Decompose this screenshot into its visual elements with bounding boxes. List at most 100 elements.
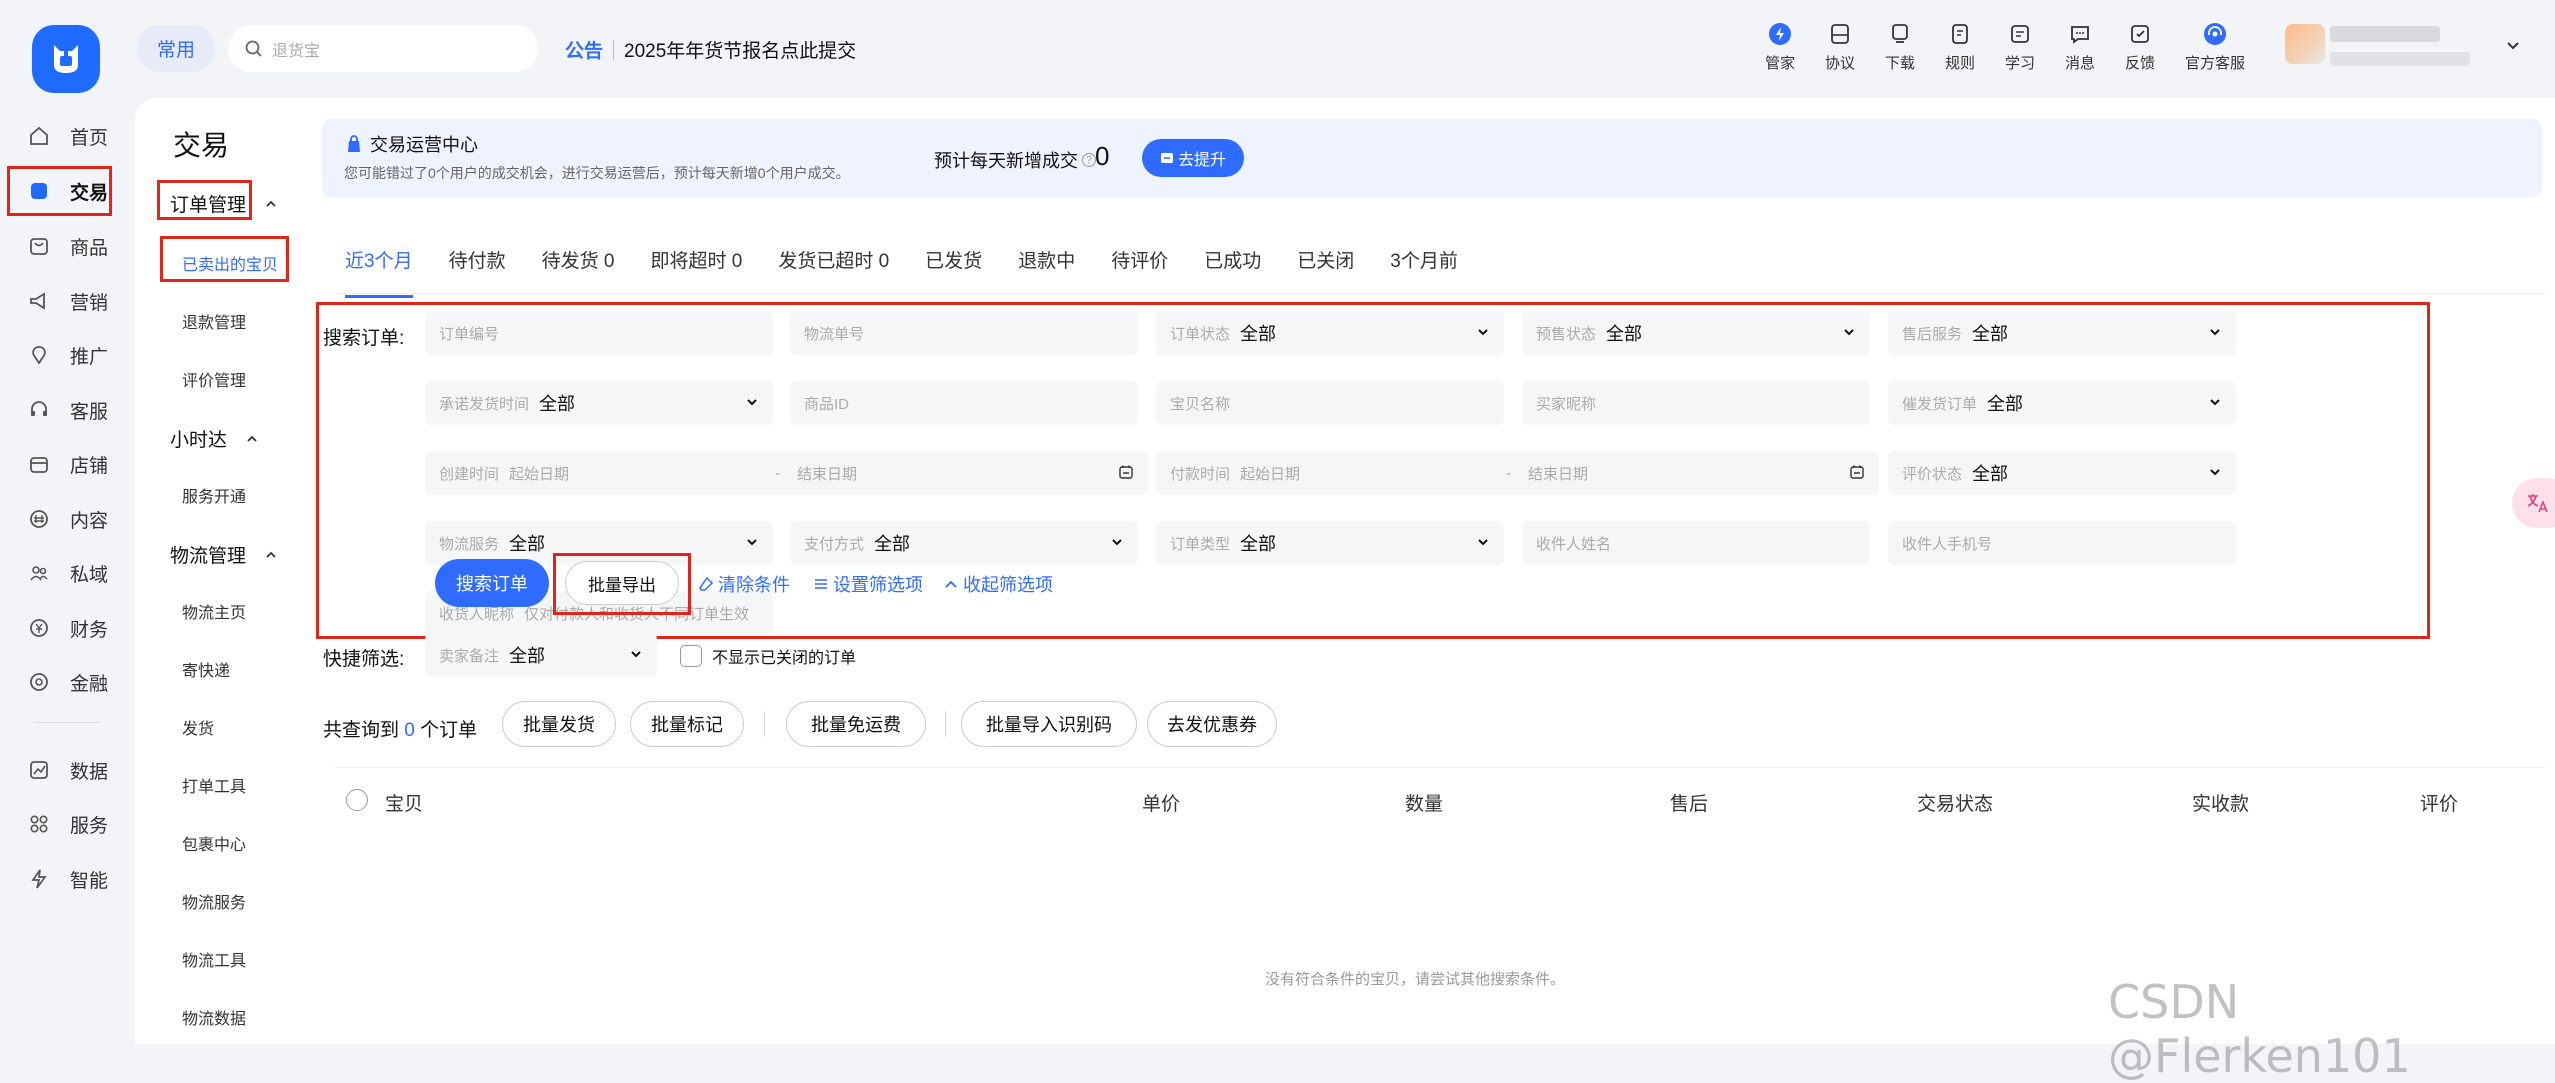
tool-message[interactable]: 消息 xyxy=(2050,22,2110,78)
tab-refunding[interactable]: 退款中 xyxy=(1018,246,1075,286)
count-suffix: 个订单 xyxy=(420,720,478,741)
tab-pending-review[interactable]: 待评价 xyxy=(1111,246,1168,286)
tool-label: 管家 xyxy=(1764,55,1795,72)
rail-item-smart[interactable]: 智能 xyxy=(0,857,135,901)
tool-learn[interactable]: 学习 xyxy=(1990,22,2050,78)
tool-label: 消息 xyxy=(2064,55,2095,72)
rail-item-services[interactable]: 服务 xyxy=(0,802,135,846)
tool-butler[interactable]: 管家 xyxy=(1750,22,1810,78)
rail-item-fintech[interactable]: 金融 xyxy=(0,660,135,704)
batch-free-shipping-button[interactable]: 批量免运费 xyxy=(786,701,926,747)
rail-item-promote[interactable]: 推广 xyxy=(0,333,135,377)
goods-icon xyxy=(26,233,52,259)
announcement[interactable]: 公告 2025年年货节报名点此提交 xyxy=(565,36,856,63)
tab-pending-payment[interactable]: 待付款 xyxy=(449,246,506,286)
banner-estimate: 预计每天新增成交 ? xyxy=(934,147,1096,173)
nav-item-review-management[interactable]: 评价管理 xyxy=(182,367,246,391)
content-icon xyxy=(26,506,52,532)
batch-mark-button[interactable]: 批量标记 xyxy=(630,701,744,747)
tool-rules[interactable]: 规则 xyxy=(1930,22,1990,78)
batch-import-code-button[interactable]: 批量导入识别码 xyxy=(961,701,1137,747)
highlight-box-export xyxy=(553,553,691,615)
nav-item-refund-management[interactable]: 退款管理 xyxy=(182,309,246,333)
tab-3-months-ago[interactable]: 3个月前 xyxy=(1390,246,1458,286)
rail-item-home[interactable]: 首页 xyxy=(0,114,135,158)
improve-icon xyxy=(1160,153,1173,163)
rail-label: 商品 xyxy=(70,237,109,259)
rules-icon xyxy=(1952,24,1968,44)
nav-item-send-express[interactable]: 寄快递 xyxy=(182,657,230,681)
main-panel: 交易 订单管理 已卖出的宝贝 退款管理 评价管理 小时达 服务开通 物流管理 物… xyxy=(135,98,2555,1044)
tab-shipped[interactable]: 已发货 xyxy=(925,246,982,286)
learn-icon xyxy=(2011,25,2029,43)
rail-item-content[interactable]: 内容 xyxy=(0,497,135,541)
app-logo-icon[interactable] xyxy=(32,25,100,93)
search-input[interactable]: 退货宝 xyxy=(228,25,538,72)
quick-filter-label: 快捷筛选: xyxy=(323,649,405,670)
count-number: 0 xyxy=(404,720,415,741)
hide-closed-checkbox[interactable] xyxy=(680,645,702,667)
tab-pending-shipment[interactable]: 待发货 0 xyxy=(542,246,615,286)
chevron-down-icon[interactable] xyxy=(2503,36,2523,56)
clear-conditions-link[interactable]: 清除条件 xyxy=(698,571,790,597)
tool-feedback[interactable]: 反馈 xyxy=(2110,22,2170,78)
rail-label: 客服 xyxy=(70,401,109,423)
nav-item-logistics-home[interactable]: 物流主页 xyxy=(182,599,246,623)
translate-float-button[interactable] xyxy=(2512,478,2555,528)
rail-item-shop[interactable]: 店铺 xyxy=(0,442,135,486)
nav-item-package-center[interactable]: 包裹中心 xyxy=(182,831,246,855)
top-bar: 常用 退货宝 公告 2025年年货节报名点此提交 管家 协议 下载 规则 学习 … xyxy=(135,0,2555,98)
select-all-checkbox[interactable] xyxy=(346,789,368,811)
table-divider xyxy=(335,767,2545,768)
hide-closed-orders-option[interactable]: 不显示已关闭的订单 xyxy=(680,644,856,668)
tool-agreement[interactable]: 协议 xyxy=(1810,22,1870,78)
nav-group-hourly-delivery[interactable]: 小时达 xyxy=(170,425,259,452)
collapse-filters-link[interactable]: 收起筛选项 xyxy=(943,571,1053,597)
private-icon xyxy=(26,560,52,586)
seller-remark-select[interactable]: 卖家备注 全部 xyxy=(425,633,657,677)
help-icon[interactable]: ? xyxy=(1082,153,1096,167)
search-orders-button[interactable]: 搜索订单 xyxy=(435,559,549,607)
tool-label: 下载 xyxy=(1884,55,1915,72)
button-divider xyxy=(945,711,946,737)
column-header-item: 宝贝 xyxy=(385,794,424,815)
tab-ship-overdue[interactable]: 发货已超时 0 xyxy=(778,246,889,286)
announcement-text[interactable]: 2025年年货节报名点此提交 xyxy=(624,36,856,63)
nav-group-logistics-management[interactable]: 物流管理 xyxy=(170,541,278,568)
rail-item-finance[interactable]: 财务 xyxy=(0,606,135,650)
official-service-icon xyxy=(2204,23,2226,45)
batch-ship-button[interactable]: 批量发货 xyxy=(502,701,616,747)
nav-item-ship[interactable]: 发货 xyxy=(182,715,214,739)
tabs-divider xyxy=(335,293,2545,294)
improve-button[interactable]: 去提升 xyxy=(1142,139,1244,177)
tab-succeeded[interactable]: 已成功 xyxy=(1204,246,1261,286)
nav-item-print-tool[interactable]: 打单工具 xyxy=(182,773,246,797)
send-coupon-button[interactable]: 去发优惠券 xyxy=(1147,701,1277,747)
set-filter-options-link[interactable]: 设置筛选项 xyxy=(813,571,923,597)
tool-download[interactable]: 下载 xyxy=(1870,22,1930,78)
column-header-received-amount: 实收款 xyxy=(2192,794,2250,815)
nav-group-label: 小时达 xyxy=(170,430,228,451)
tab-closed[interactable]: 已关闭 xyxy=(1297,246,1354,286)
tab-about-to-timeout[interactable]: 即将超时 0 xyxy=(650,246,742,286)
nav-item-service-activation[interactable]: 服务开通 xyxy=(182,483,246,507)
avatar[interactable] xyxy=(2285,24,2325,64)
common-button[interactable]: 常用 xyxy=(137,25,215,72)
rail-item-goods[interactable]: 商品 xyxy=(0,224,135,268)
rail-item-marketing[interactable]: 营销 xyxy=(0,279,135,323)
tool-official-service[interactable]: 官方客服 xyxy=(2175,22,2255,78)
nav-item-logistics-service[interactable]: 物流服务 xyxy=(182,889,246,913)
nav-item-logistics-data[interactable]: 物流数据 xyxy=(182,1005,246,1029)
tab-last-3-months[interactable]: 近3个月 xyxy=(345,246,413,298)
highlight-box-rail-trade xyxy=(7,166,112,216)
rail-item-service[interactable]: 客服 xyxy=(0,388,135,432)
tool-label: 官方客服 xyxy=(2184,55,2245,72)
rail-item-private[interactable]: 私域 xyxy=(0,551,135,595)
announcement-divider xyxy=(613,39,615,60)
rail-label: 私域 xyxy=(70,564,109,586)
feedback-icon xyxy=(2131,25,2149,43)
checkbox-label: 不显示已关闭的订单 xyxy=(712,650,857,667)
translate-icon xyxy=(2527,494,2548,513)
rail-item-data[interactable]: 数据 xyxy=(0,748,135,792)
select-all-option[interactable] xyxy=(346,789,378,811)
